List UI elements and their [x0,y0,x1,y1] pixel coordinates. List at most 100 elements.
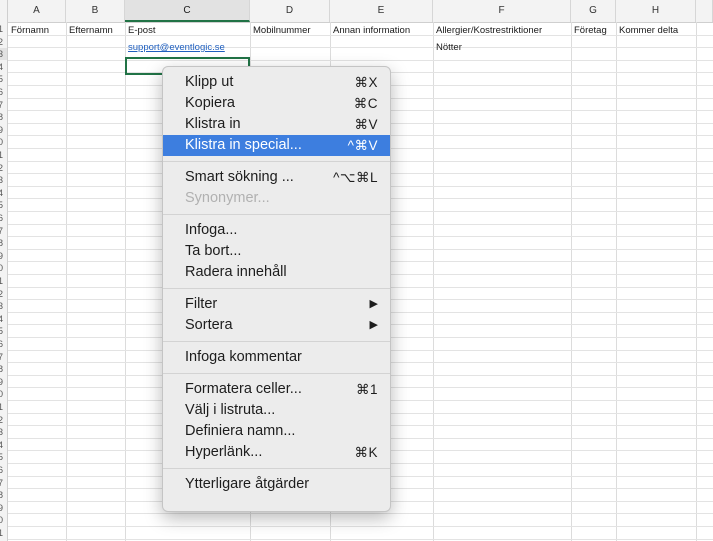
grid-line-horizontal [8,513,713,515]
cell-a1[interactable]: Förnamn [8,25,66,37]
menu-item-label: Ytterligare åtgärder [185,476,310,492]
menu-item-ytterligare-åtgärder[interactable]: Ytterligare åtgärder [163,474,390,495]
menu-separator [163,288,390,289]
menu-item-smart-sökning[interactable]: Smart sökning ... ^⌥⌘L [163,167,390,188]
grid-line-horizontal [8,526,713,527]
row-header[interactable]: 6 [0,464,7,476]
menu-item-label: Klistra in [185,116,241,132]
row-header[interactable]: 9 [0,376,7,388]
menu-item-definiera-namn[interactable]: Definiera namn... [163,421,390,442]
cell-g1[interactable]: Företag [571,25,616,37]
row-header[interactable]: 4 [0,313,7,325]
row-header[interactable]: 5 [0,199,7,211]
cell-b1[interactable]: Efternamn [66,25,125,37]
menu-item-infoga[interactable]: Infoga... [163,220,390,241]
row-gutter: 1234567890123456789012345678901234567890… [0,22,8,541]
row-header[interactable]: 0 [0,136,7,148]
menu-item-label: Välj i listruta... [185,402,276,418]
row-header[interactable]: 6 [0,338,7,350]
menu-item-klistra-in[interactable]: Klistra in ⌘V [163,114,390,135]
menu-item-label: Sortera [185,317,233,333]
row-header[interactable]: 7 [0,99,7,111]
menu-item-infoga-kommentar[interactable]: Infoga kommentar [163,347,390,368]
column-header-g[interactable]: G [571,0,616,22]
column-header-c[interactable]: C [125,0,250,22]
cell-c2-email-link[interactable]: support@eventlogic.se [125,42,250,54]
menu-item-ta-bort[interactable]: Ta bort... [163,241,390,262]
menu-item-välj-i-listruta[interactable]: Välj i listruta... [163,400,390,421]
menu-item-label: Filter [185,296,218,312]
column-header-next[interactable] [696,0,713,22]
menu-separator [163,373,390,374]
menu-item-kopiera[interactable]: Kopiera ⌘C [163,93,390,114]
row-header[interactable]: 5 [0,73,7,85]
menu-item-klipp-ut[interactable]: Klipp ut ⌘X [163,72,390,93]
column-header-h[interactable]: H [616,0,696,22]
menu-item-label: Smart sökning ... [185,169,294,185]
row-header[interactable]: 1 [0,401,7,413]
row-header[interactable]: 3 [0,426,7,438]
row-header[interactable]: 2 [0,414,7,426]
menu-item-filter[interactable]: Filter ▶ [163,294,390,315]
grid-line-horizontal [8,59,713,61]
row-header[interactable]: 1 [0,23,7,35]
row-header[interactable]: 3 [0,174,7,186]
row-header[interactable]: 7 [0,477,7,489]
column-header-b[interactable]: B [66,0,125,22]
grid-line-horizontal [8,538,713,540]
cell-f2[interactable]: Nötter [433,42,571,54]
menu-item-radera-innehåll[interactable]: Radera innehåll [163,262,390,283]
menu-item-label: Infoga... [185,222,238,238]
row-header[interactable]: 7 [0,225,7,237]
row-header[interactable]: 8 [0,237,7,249]
row-header[interactable]: 9 [0,502,7,514]
row-header[interactable]: 6 [0,86,7,98]
row-header[interactable]: 2 [0,36,7,48]
row-header[interactable]: 6 [0,212,7,224]
row-header[interactable]: 0 [0,262,7,274]
column-header-e[interactable]: E [330,0,433,22]
row-header[interactable]: 9 [0,250,7,262]
menu-item-shortcut: ⌘V [354,117,378,132]
menu-item-shortcut: ⌘C [353,96,378,111]
row-header[interactable]: 5 [0,451,7,463]
menu-item-hyperlänk[interactable]: Hyperlänk... ⌘K [163,442,390,463]
row-header[interactable]: 3 [0,300,7,312]
select-all-corner[interactable] [0,0,8,22]
menu-item-sortera[interactable]: Sortera ▶ [163,315,390,336]
row-header[interactable]: 1 [0,275,7,287]
row-header[interactable]: 0 [0,514,7,526]
column-header-f[interactable]: F [433,0,571,22]
row-header[interactable]: 5 [0,325,7,337]
row-header[interactable]: 0 [0,388,7,400]
row-header[interactable]: 2 [0,162,7,174]
menu-separator [163,341,390,342]
cell-d1[interactable]: Mobilnummer [250,25,330,37]
column-header-d[interactable]: D [250,0,330,22]
row-header[interactable]: 7 [0,351,7,363]
cell-e1[interactable]: Annan information [330,25,433,37]
row-header[interactable]: 4 [0,187,7,199]
cell-c1[interactable]: E-post [125,25,250,37]
menu-item-label: Hyperlänk... [185,444,263,460]
row-header[interactable]: 9 [0,124,7,136]
row-header[interactable]: 4 [0,61,7,73]
row-header[interactable]: 8 [0,111,7,123]
cell-f1[interactable]: Allergier/Kostrestriktioner [433,25,571,37]
menu-item-shortcut: ⌘X [354,75,378,90]
menu-item-formatera-celler[interactable]: Formatera celler... ⌘1 [163,379,390,400]
row-header[interactable]: 8 [0,489,7,501]
submenu-arrow-icon: ▶ [369,319,378,331]
cell-h1[interactable]: Kommer delta [616,25,696,37]
row-header[interactable]: 1 [0,149,7,161]
row-header[interactable]: 8 [0,363,7,375]
menu-item-label: Infoga kommentar [185,349,302,365]
row-header[interactable]: 1 [0,527,7,539]
menu-item-klistra-in-special[interactable]: Klistra in special... ^⌘V [163,135,390,156]
menu-item-label: Klipp ut [185,74,234,90]
row-header[interactable]: 2 [0,288,7,300]
grid-line-horizontal [8,47,713,49]
column-header-a[interactable]: A [8,0,66,22]
row-header[interactable]: 3 [0,48,7,61]
row-header[interactable]: 4 [0,439,7,451]
